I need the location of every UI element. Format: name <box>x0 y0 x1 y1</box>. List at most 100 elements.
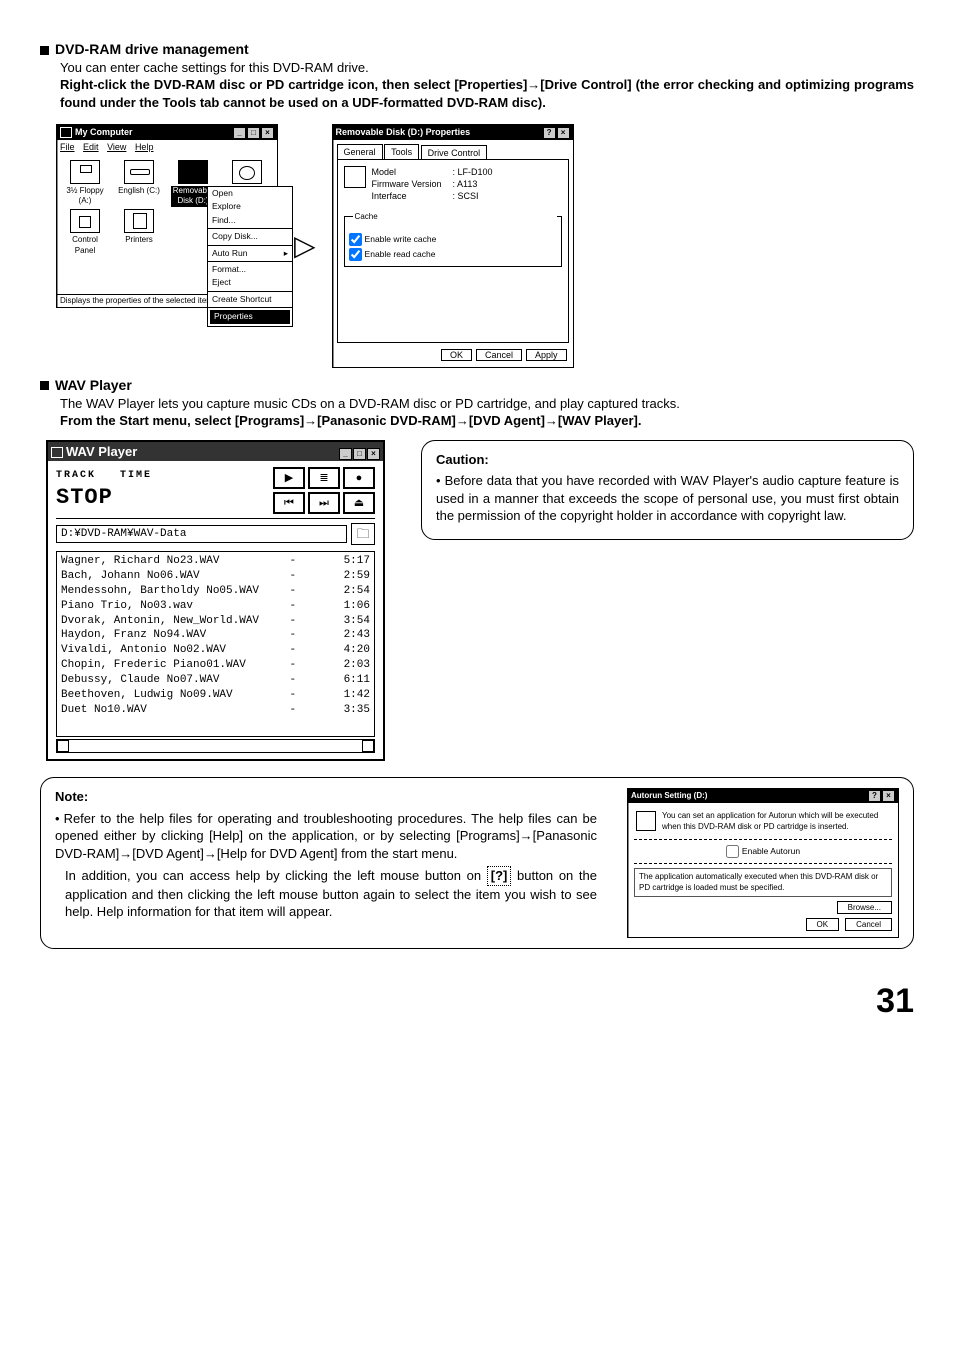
minimize-button[interactable]: _ <box>233 127 246 139</box>
close-button[interactable]: × <box>557 127 570 139</box>
track-row[interactable]: Dvorak, Antonin, New_World.WAV - 3:54 <box>61 614 370 629</box>
close-button[interactable]: × <box>367 448 380 460</box>
track-name: Wagner, Richard No23.WAV <box>61 554 266 569</box>
dialog-buttons: OK Cancel Apply <box>333 343 573 367</box>
minimize-button[interactable]: _ <box>339 448 352 460</box>
section-heading-wav: WAV Player <box>40 376 914 395</box>
folder-button[interactable]: 🗀 <box>351 523 375 545</box>
context-menu-item[interactable]: Find... <box>208 214 292 227</box>
cancel-button[interactable]: Cancel <box>845 918 892 931</box>
track-row[interactable]: Piano Trio, No03.wav - 1:06 <box>61 599 370 614</box>
drive-item[interactable]: Control Panel <box>63 209 107 257</box>
track-row[interactable]: Beethoven, Ludwig No09.WAV - 1:42 <box>61 688 370 703</box>
section1-body: You can enter cache settings for this DV… <box>60 59 914 112</box>
caution-title: Caution: <box>436 451 899 469</box>
section-heading-dvdram: DVD-RAM drive management <box>40 40 914 59</box>
context-menu-item[interactable]: Properties <box>209 309 291 324</box>
track-row[interactable]: Vivaldi, Antonio No02.WAV - 4:20 <box>61 643 370 658</box>
drive-icon <box>344 166 366 188</box>
context-menu-item[interactable]: Open <box>208 187 292 200</box>
help-button[interactable]: ? <box>868 790 881 802</box>
track-name: Duet No10.WAV <box>61 703 266 718</box>
track-name: Vivaldi, Antonio No02.WAV <box>61 643 266 658</box>
track-row[interactable]: Duet No10.WAV - 3:35 <box>61 703 370 718</box>
play-button[interactable]: ▶ <box>273 467 305 489</box>
track-row[interactable]: Mendessohn, Bartholdy No05.WAV - 2:54 <box>61 584 370 599</box>
wav-status: STOP <box>56 483 239 513</box>
track-name: Piano Trio, No03.wav <box>61 599 266 614</box>
track-name: Beethoven, Ludwig No09.WAV <box>61 688 266 703</box>
context-menu-item[interactable]: Copy Disk... <box>208 230 292 243</box>
ok-button[interactable]: OK <box>441 349 472 361</box>
cancel-button[interactable]: Cancel <box>476 349 522 361</box>
tab-drive-control[interactable]: Drive Control <box>421 145 488 160</box>
time-header: TIME <box>120 470 152 481</box>
menu-edit[interactable]: Edit <box>83 142 99 152</box>
properties-title: Removable Disk (D:) Properties <box>336 126 471 138</box>
menu-button[interactable]: ≣ <box>308 467 340 489</box>
track-duration: 6:11 <box>320 673 370 688</box>
context-menu-item[interactable]: Create Shortcut <box>208 293 292 306</box>
interface-value: : SCSI <box>453 190 479 202</box>
track-row[interactable]: Debussy, Claude No07.WAV - 6:11 <box>61 673 370 688</box>
drive-item[interactable]: 3½ Floppy (A:) <box>63 160 107 208</box>
drive-item[interactable]: English (C:) <box>117 160 161 208</box>
enable-write-cache-label: Enable write cache <box>365 234 437 244</box>
maximize-button[interactable]: □ <box>353 448 366 460</box>
track-name: Bach, Johann No06.WAV <box>61 569 266 584</box>
maximize-button[interactable]: □ <box>247 127 260 139</box>
track-name: Haydon, Franz No94.WAV <box>61 628 266 643</box>
tab-tools[interactable]: Tools <box>384 144 419 159</box>
track-row[interactable]: Haydon, Franz No94.WAV - 2:43 <box>61 628 370 643</box>
enable-write-cache-checkbox[interactable] <box>349 233 362 246</box>
track-duration: 3:35 <box>320 703 370 718</box>
enable-autorun-label: Enable Autorun <box>742 846 800 856</box>
ok-button[interactable]: OK <box>806 918 840 931</box>
track-row[interactable]: Chopin, Frederic Piano01.WAV - 2:03 <box>61 658 370 673</box>
close-button[interactable]: × <box>882 790 895 802</box>
apply-button[interactable]: Apply <box>526 349 567 361</box>
interface-label: Interface <box>372 190 447 202</box>
prev-button[interactable]: ⏮ <box>273 492 305 514</box>
caution-box: Caution: Before data that you have recor… <box>421 440 914 540</box>
section1-intro: You can enter cache settings for this DV… <box>60 59 914 77</box>
help-button[interactable]: ? <box>543 127 556 139</box>
context-menu-item[interactable]: Auto Run <box>208 247 292 260</box>
enable-autorun-checkbox[interactable] <box>726 845 739 858</box>
drive-icon <box>232 160 262 184</box>
track-duration: 2:54 <box>320 584 370 599</box>
wav-scrollbar[interactable] <box>56 739 375 753</box>
context-menu-item[interactable]: Explore <box>208 200 292 213</box>
path-input[interactable] <box>56 525 347 543</box>
wav-track-list[interactable]: Wagner, Richard No23.WAV - 5:17Bach, Joh… <box>56 551 375 737</box>
track-duration: 1:42 <box>320 688 370 703</box>
tab-general[interactable]: General <box>337 144 383 159</box>
close-button[interactable]: × <box>261 127 274 139</box>
record-button[interactable]: ● <box>343 467 375 489</box>
wav-titlebar: WAV Player _□× <box>48 442 383 462</box>
note-box: Note: Refer to the help files for operat… <box>40 777 914 949</box>
track-row[interactable]: Bach, Johann No06.WAV - 2:59 <box>61 569 370 584</box>
browse-button[interactable]: Browse... <box>837 901 892 914</box>
properties-window-controls: ?× <box>542 126 570 139</box>
autorun-message: You can set an application for Autorun w… <box>662 811 890 833</box>
note-p2: In addition, you can access help by clic… <box>65 866 597 921</box>
menu-view[interactable]: View <box>107 142 126 152</box>
eject-button[interactable]: ⏏ <box>343 492 375 514</box>
context-menu-item[interactable]: Eject <box>208 276 292 289</box>
drive-item[interactable]: Printers <box>117 209 161 257</box>
drive-icon <box>124 160 154 184</box>
track-duration: 5:17 <box>320 554 370 569</box>
my-computer-menubar: File Edit View Help <box>57 140 277 154</box>
autorun-dialog: Autorun Setting (D:) ?× You can set an a… <box>627 788 899 938</box>
enable-read-cache-checkbox[interactable] <box>349 248 362 261</box>
track-row[interactable]: Wagner, Richard No23.WAV - 5:17 <box>61 554 370 569</box>
track-name: Chopin, Frederic Piano01.WAV <box>61 658 266 673</box>
section2-instruction: From the Start menu, select [Programs]→[… <box>60 412 914 430</box>
menu-help[interactable]: Help <box>135 142 154 152</box>
note-title: Note: <box>55 788 597 806</box>
menu-file[interactable]: File <box>60 142 75 152</box>
next-button[interactable]: ⏭ <box>308 492 340 514</box>
drive-label: English (C:) <box>117 186 161 197</box>
context-menu-item[interactable]: Format... <box>208 263 292 276</box>
